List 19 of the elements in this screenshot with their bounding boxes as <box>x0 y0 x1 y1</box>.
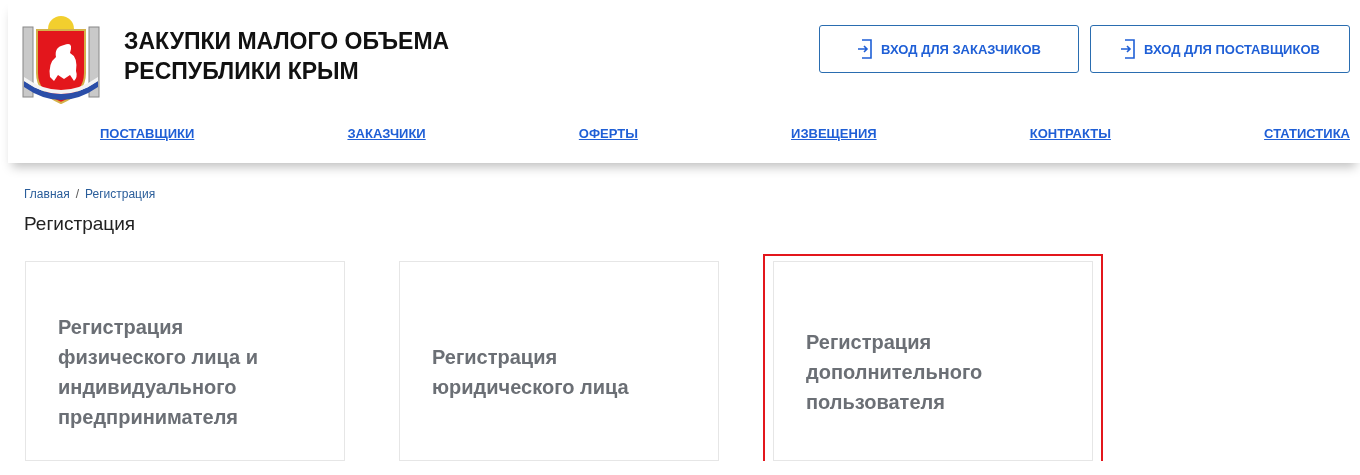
breadcrumb-separator: / <box>75 187 80 201</box>
nav-link[interactable]: СТАТИСТИКА <box>1264 126 1350 141</box>
login-button[interactable]: ВХОД ДЛЯ ПОСТАВЩИКОВ <box>1090 25 1350 73</box>
breadcrumb-link[interactable]: Регистрация <box>85 187 156 201</box>
login-icon <box>1120 39 1137 59</box>
nav-link[interactable]: ОФЕРТЫ <box>578 126 638 141</box>
login-icon <box>857 39 874 59</box>
nav-link[interactable]: ЗАКАЗЧИКИ <box>347 126 426 141</box>
nav-link[interactable]: ИЗВЕЩЕНИЯ <box>791 126 877 141</box>
page-title: Регистрация <box>24 213 137 235</box>
login-button[interactable]: ВХОД ДЛЯ ЗАКАЗЧИКОВ <box>819 25 1079 73</box>
nav-link[interactable]: ПОСТАВЩИКИ <box>100 126 195 141</box>
registration-card[interactable]: Регистрация физического лица и индивидуального предпринимателя <box>25 261 345 461</box>
registration-card[interactable]: Регистрация юридического лица <box>399 261 719 461</box>
nav-link[interactable]: КОНТРАКТЫ <box>1029 126 1111 141</box>
site-title: ЗАКУПКИ МАЛОГО ОБЪЕМА <box>124 27 451 56</box>
breadcrumb-link[interactable]: Главная <box>24 187 70 201</box>
site-title: РЕСПУБЛИКИ КРЫМ <box>124 57 360 86</box>
registration-card[interactable]: Регистрация дополнительного пользователя <box>773 261 1093 461</box>
